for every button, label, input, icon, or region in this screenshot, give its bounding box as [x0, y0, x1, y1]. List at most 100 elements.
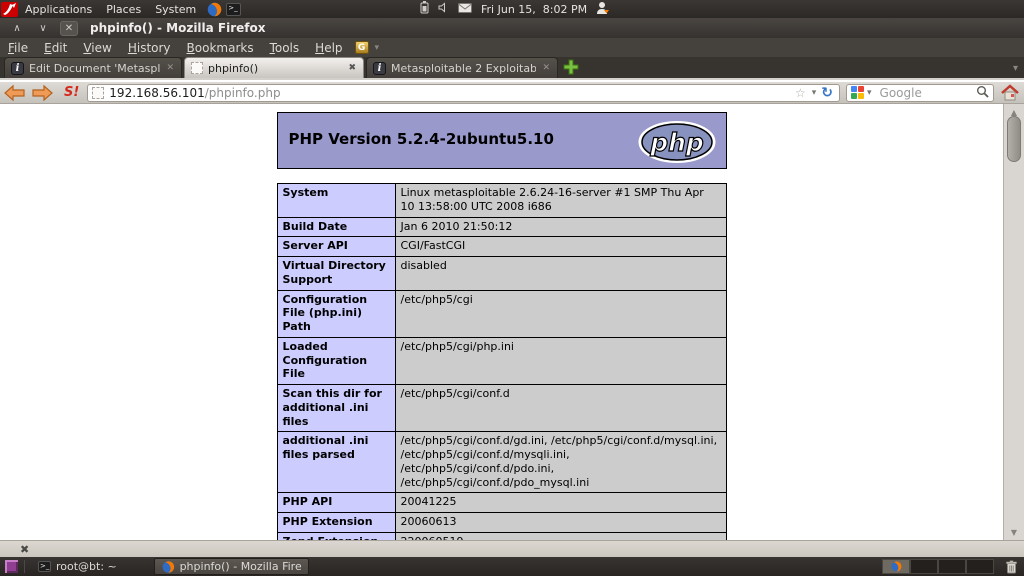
scroll-down-icon[interactable]: ▼	[1004, 524, 1024, 540]
tab-bar: i Edit Document 'Metasploita... ✕ phpinf…	[0, 57, 1024, 80]
tab-edit-document[interactable]: i Edit Document 'Metasploita... ✕	[4, 57, 182, 78]
menu-history[interactable]: History	[120, 41, 179, 55]
scrollbar-thumb[interactable]	[1007, 116, 1021, 162]
menu-system[interactable]: System	[148, 0, 203, 18]
tab-label: Metasploitable 2 Exploitabili...	[391, 62, 536, 75]
tab-close-icon[interactable]: ✕	[165, 63, 175, 73]
table-row: Scan this dir for additional .ini files/…	[277, 385, 726, 432]
row-value: /etc/php5/cgi/conf.d/gd.ini, /etc/php5/c…	[395, 432, 726, 493]
menu-view[interactable]: View	[75, 41, 119, 55]
row-value: disabled	[395, 257, 726, 291]
addon-icon[interactable]: G	[355, 41, 369, 54]
workspace-3[interactable]	[938, 559, 966, 574]
row-label: additional .ini files parsed	[277, 432, 395, 493]
show-desktop-icon[interactable]	[5, 560, 18, 573]
tab-close-icon[interactable]: ✖	[347, 63, 357, 73]
table-row: Loaded Configuration File/etc/php5/cgi/p…	[277, 337, 726, 384]
row-value: 20060613	[395, 513, 726, 533]
table-row: SystemLinux metasploitable 2.6.24-16-ser…	[277, 184, 726, 218]
firefox-menu-bar: File Edit View History Bookmarks Tools H…	[0, 38, 1024, 57]
battery-icon[interactable]	[420, 1, 429, 17]
trash-icon[interactable]	[1002, 558, 1020, 575]
row-label: Server API	[277, 237, 395, 257]
menu-places[interactable]: Places	[99, 0, 148, 18]
phpinfo-page: PHP Version 5.2.4-2ubuntu5.10 php System…	[277, 112, 727, 540]
menu-bookmarks[interactable]: Bookmarks	[179, 41, 262, 55]
tab-label: phpinfo()	[208, 62, 342, 75]
blank-page-favicon	[191, 62, 203, 74]
table-row: Server APICGI/FastCGI	[277, 237, 726, 257]
workspace-2[interactable]	[910, 559, 938, 574]
home-button[interactable]	[1000, 84, 1020, 102]
url-bar[interactable]: 192.168.56.101/phpinfo.php ☆ ▾ ↻	[87, 84, 840, 102]
google-engine-icon[interactable]	[851, 86, 864, 99]
window-title-bar[interactable]: ∧ ∨ ✕ phpinfo() - Mozilla Firefox	[0, 18, 1024, 38]
menu-edit[interactable]: Edit	[36, 41, 75, 55]
task-terminal[interactable]: >_ root@bt: ~	[31, 558, 124, 575]
search-engine-dropdown-icon[interactable]: ▾	[864, 88, 875, 98]
search-input[interactable]: Google	[880, 86, 976, 100]
svg-text:php: php	[649, 128, 704, 157]
vertical-scrollbar[interactable]: ▲ ▼	[1003, 104, 1024, 540]
bookmark-star-icon[interactable]: ☆	[792, 86, 809, 100]
tab-close-icon[interactable]: ✕	[541, 63, 551, 73]
backtrack-logo-icon[interactable]	[1, 2, 18, 17]
user-switcher-icon[interactable]	[596, 1, 610, 18]
table-row: Configuration File (php.ini) Path/etc/ph…	[277, 290, 726, 337]
menu-file[interactable]: File	[0, 41, 36, 55]
bottom-taskbar: >_ root@bt: ~ phpinfo() - Mozilla Fire..…	[0, 557, 1024, 576]
volume-icon[interactable]	[438, 2, 449, 16]
url-dropdown-icon[interactable]: ▾	[809, 88, 820, 98]
page-title: PHP Version 5.2.4-2ubuntu5.10	[289, 130, 554, 148]
addon-dropdown-icon[interactable]: ▾	[375, 43, 380, 53]
window-close-button[interactable]: ✕	[60, 21, 78, 36]
workspace-switcher	[882, 559, 994, 574]
tab-metasploitable[interactable]: i Metasploitable 2 Exploitabili... ✕	[366, 57, 558, 78]
findbar-close-icon[interactable]: ✖	[20, 543, 29, 556]
table-row: PHP Extension20060613	[277, 513, 726, 533]
navigation-toolbar: S! 192.168.56.101/phpinfo.php ☆ ▾ ↻ ▾ Go…	[0, 82, 1024, 104]
row-label: Loaded Configuration File	[277, 337, 395, 384]
menu-help[interactable]: Help	[307, 41, 350, 55]
chevron-up-icon: ∧	[13, 23, 20, 34]
stop-button[interactable]: S!	[64, 85, 79, 100]
row-value: Jan 6 2010 21:50:12	[395, 217, 726, 237]
php-info-table: SystemLinux metasploitable 2.6.24-16-ser…	[277, 183, 727, 540]
window-minimize-button[interactable]: ∨	[34, 21, 52, 36]
desktop: Applications Places System >_ Fri Jun 15…	[0, 0, 1024, 576]
phpinfo-header: PHP Version 5.2.4-2ubuntu5.10 php	[277, 112, 727, 169]
system-tray: Fri Jun 15, 8:02 PM	[420, 0, 610, 18]
new-tab-button[interactable]	[563, 59, 579, 75]
table-row: additional .ini files parsed/etc/php5/cg…	[277, 432, 726, 493]
page-favicon	[92, 87, 104, 99]
terminal-launcher-icon[interactable]: >_	[226, 3, 241, 16]
row-value: 20041225	[395, 493, 726, 513]
window-shade-button[interactable]: ∧	[8, 21, 26, 36]
workspace-4[interactable]	[966, 559, 994, 574]
tab-phpinfo[interactable]: phpinfo() ✖	[184, 57, 364, 78]
workspace-1[interactable]	[882, 559, 910, 574]
row-label: Scan this dir for additional .ini files	[277, 385, 395, 432]
search-magnifier-icon[interactable]	[976, 85, 989, 101]
forward-button[interactable]	[30, 84, 54, 102]
panel-clock[interactable]: Fri Jun 15, 8:02 PM	[481, 3, 587, 16]
row-value: /etc/php5/cgi	[395, 290, 726, 337]
menu-applications[interactable]: Applications	[18, 0, 99, 18]
task-label: phpinfo() - Mozilla Fire...	[180, 560, 301, 573]
menu-tools[interactable]: Tools	[262, 41, 308, 55]
top-panel: Applications Places System >_ Fri Jun 15…	[0, 0, 1024, 18]
row-value: /etc/php5/cgi/php.ini	[395, 337, 726, 384]
firefox-icon	[891, 561, 902, 572]
find-bar: ✖	[0, 540, 1024, 557]
task-firefox[interactable]: phpinfo() - Mozilla Fire...	[154, 558, 309, 575]
tab-list-dropdown-icon[interactable]: ▾	[1013, 63, 1018, 74]
reload-icon[interactable]: ↻	[819, 85, 835, 101]
row-value: /etc/php5/cgi/conf.d	[395, 385, 726, 432]
search-bar[interactable]: ▾ Google	[846, 84, 994, 102]
firefox-launcher-icon[interactable]	[207, 2, 222, 17]
php-logo: php	[638, 121, 716, 166]
back-button[interactable]	[3, 84, 27, 102]
taskbar-separator	[24, 560, 25, 573]
mail-icon[interactable]	[458, 3, 472, 16]
terminal-icon: >_	[38, 561, 51, 572]
